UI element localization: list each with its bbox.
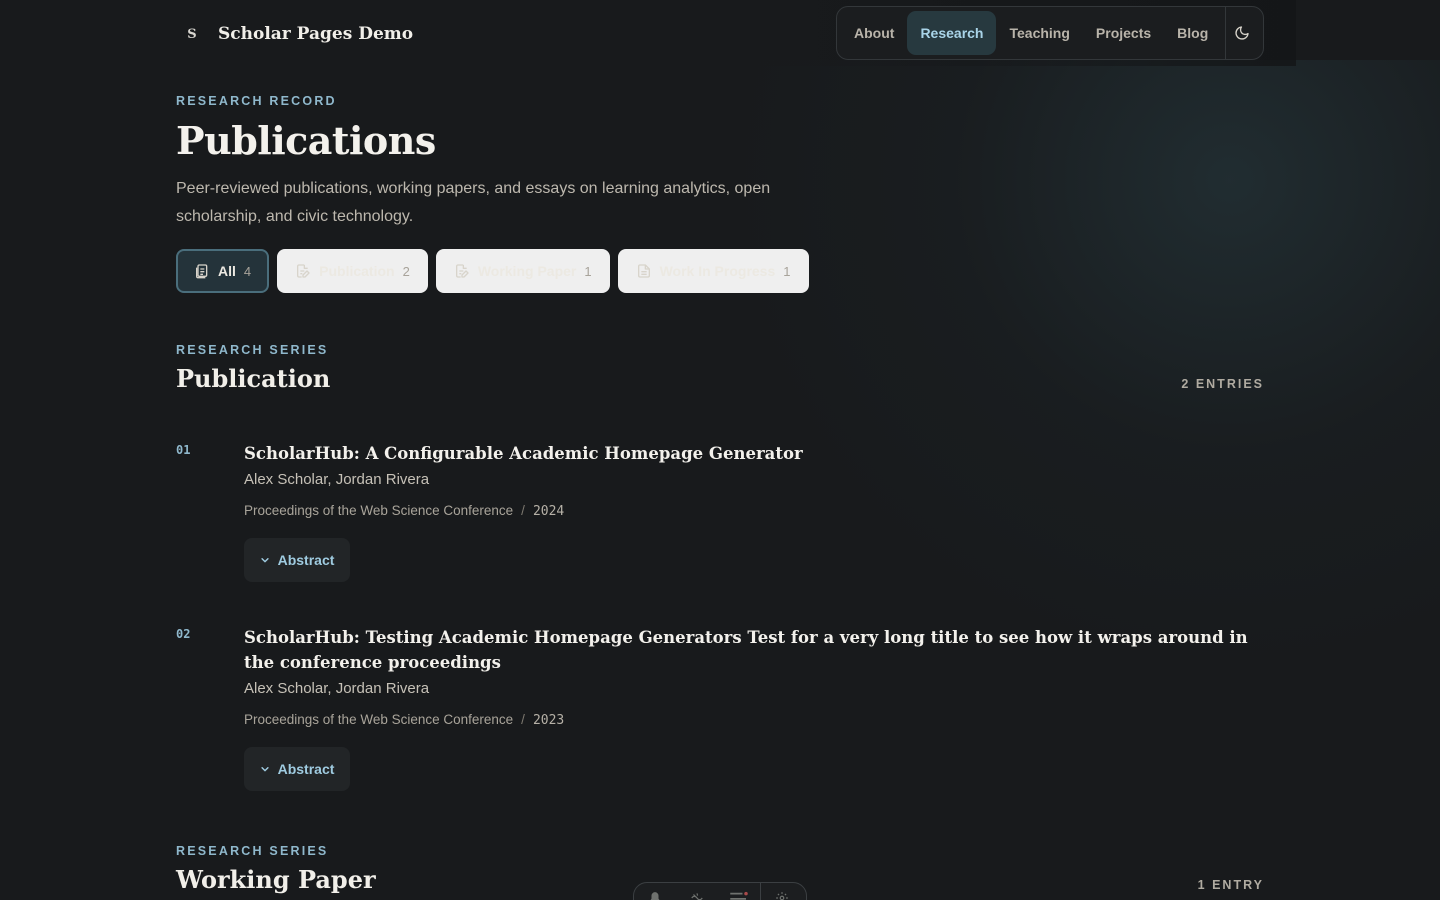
entry-venue: Proceedings of the Web Science Conferenc… [244, 503, 514, 518]
series-eyebrow: RESEARCH SERIES [176, 844, 329, 858]
filter-count: 1 [783, 263, 791, 279]
site-header: S Scholar Pages Demo About Research Teac… [176, 0, 1264, 66]
abstract-label: Abstract [277, 761, 335, 777]
series-title: Publication [176, 364, 331, 393]
chevron-down-icon [260, 767, 269, 772]
entry-body: ScholarHub: Testing Academic Homepage Ge… [244, 625, 1254, 791]
menu-icon [730, 891, 748, 900]
floating-menu-button[interactable] [718, 891, 760, 900]
abstract-label: Abstract [277, 552, 335, 568]
filter-label: Work In Progress [659, 263, 776, 279]
filter-bar: All 4 Publication 2 Working Paper 1 Work… [176, 249, 817, 293]
brand-mark: S [187, 26, 197, 42]
document-edit-icon [455, 264, 469, 278]
document-icon [637, 264, 650, 278]
entry-body: ScholarHub: A Configurable Academic Home… [244, 441, 1254, 582]
floating-bell-button[interactable] [634, 891, 676, 900]
filter-work-in-progress[interactable]: Work In Progress 1 [617, 249, 809, 293]
floating-toolbar [633, 882, 807, 900]
filter-count: 2 [402, 263, 410, 279]
edit-icon [691, 893, 703, 900]
filter-count: 4 [243, 263, 252, 279]
documents-icon [196, 264, 208, 279]
entry-number: 02 [176, 627, 191, 641]
entry-year: 2024 [532, 504, 565, 519]
hero-eyebrow: RESEARCH RECORD [176, 94, 337, 108]
page-title: Publications [176, 118, 436, 163]
entry-title[interactable]: ScholarHub: Testing Academic Homepage Ge… [244, 625, 1254, 675]
entry-year: 2023 [532, 713, 565, 728]
main-nav: About Research Teaching Projects Blog [836, 6, 1264, 60]
filter-count: 1 [584, 263, 592, 279]
entry-venue-line: Proceedings of the Web Science Conferenc… [244, 503, 1254, 520]
moon-icon [1235, 26, 1250, 40]
settings-icon [776, 892, 788, 900]
venue-separator: / [521, 712, 525, 727]
nav-item-teaching[interactable]: Teaching [996, 11, 1082, 55]
floating-edit-button[interactable] [676, 891, 718, 900]
filter-publication[interactable]: Publication 2 [277, 249, 428, 293]
floating-settings-button[interactable] [761, 891, 803, 900]
venue-separator: / [521, 503, 525, 518]
series-entries-count: 2 ENTRIES [1181, 377, 1264, 391]
entry-title[interactable]: ScholarHub: A Configurable Academic Home… [244, 441, 1254, 466]
filter-working-paper[interactable]: Working Paper 1 [435, 249, 610, 293]
filter-label: Publication [319, 263, 395, 279]
entry-authors: Alex Scholar, Jordan Rivera [244, 680, 430, 697]
brand[interactable]: S Scholar Pages Demo [176, 14, 413, 54]
theme-toggle-button[interactable] [1226, 11, 1259, 55]
abstract-toggle-button[interactable]: Abstract [244, 747, 350, 791]
chevron-down-icon [260, 558, 269, 563]
nav-item-blog[interactable]: Blog [1164, 11, 1221, 55]
abstract-toggle-button[interactable]: Abstract [244, 538, 350, 582]
series-eyebrow: RESEARCH SERIES [176, 343, 329, 357]
entry-number: 01 [176, 443, 191, 457]
document-edit-icon [297, 264, 310, 278]
filter-label: All [218, 263, 236, 279]
entry-authors: Alex Scholar, Jordan Rivera [244, 471, 430, 488]
page-description: Peer-reviewed publications, working pape… [176, 180, 771, 225]
entry-venue: Proceedings of the Web Science Conferenc… [244, 712, 514, 727]
entry-venue-line: Proceedings of the Web Science Conferenc… [244, 712, 1254, 729]
bell-icon [650, 892, 660, 900]
nav-item-about[interactable]: About [841, 11, 907, 55]
nav-item-research[interactable]: Research [907, 11, 997, 55]
series-entries-count: 1 ENTRY [1197, 878, 1264, 892]
brand-name: Scholar Pages Demo [218, 24, 414, 44]
series-title: Working Paper [176, 865, 376, 894]
nav-item-projects[interactable]: Projects [1083, 11, 1164, 55]
filter-label: Working Paper [477, 263, 577, 279]
filter-all[interactable]: All 4 [176, 249, 270, 293]
